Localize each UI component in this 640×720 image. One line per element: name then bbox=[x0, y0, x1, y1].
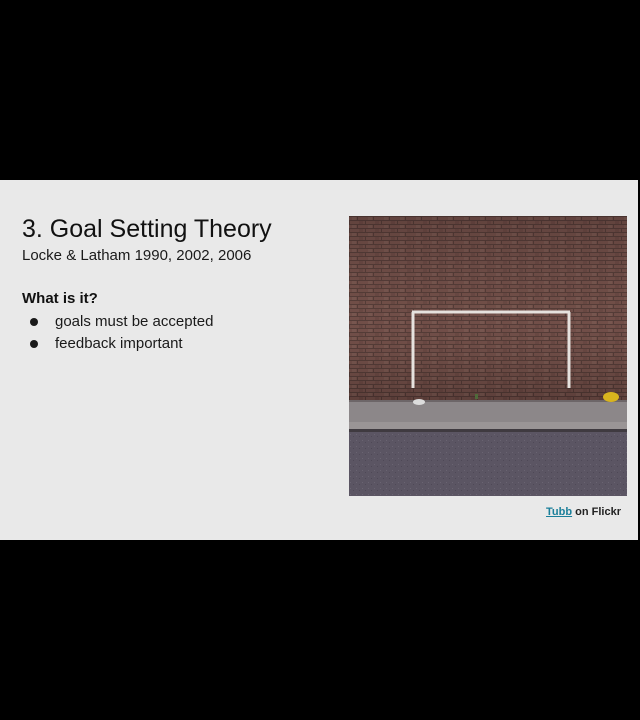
photo-credit-link[interactable]: Tubb bbox=[546, 506, 572, 518]
slide-subtitle: Locke & Latham 1990, 2002, 2006 bbox=[22, 247, 252, 264]
bullet-text: goals must be accepted bbox=[55, 313, 214, 330]
bullet-dot-icon bbox=[30, 318, 38, 326]
goal-wall-photo bbox=[349, 216, 627, 496]
bullet-dot-icon bbox=[30, 340, 38, 348]
section-heading: What is it? bbox=[22, 290, 98, 307]
photo-credit: Tubb on Flickr bbox=[546, 506, 621, 518]
photo-credit-suffix: on Flickr bbox=[572, 506, 621, 518]
slide-title: 3. Goal Setting Theory bbox=[22, 215, 272, 243]
bullet-text: feedback important bbox=[55, 335, 183, 352]
goal-wall-photo-illustration bbox=[349, 216, 627, 496]
